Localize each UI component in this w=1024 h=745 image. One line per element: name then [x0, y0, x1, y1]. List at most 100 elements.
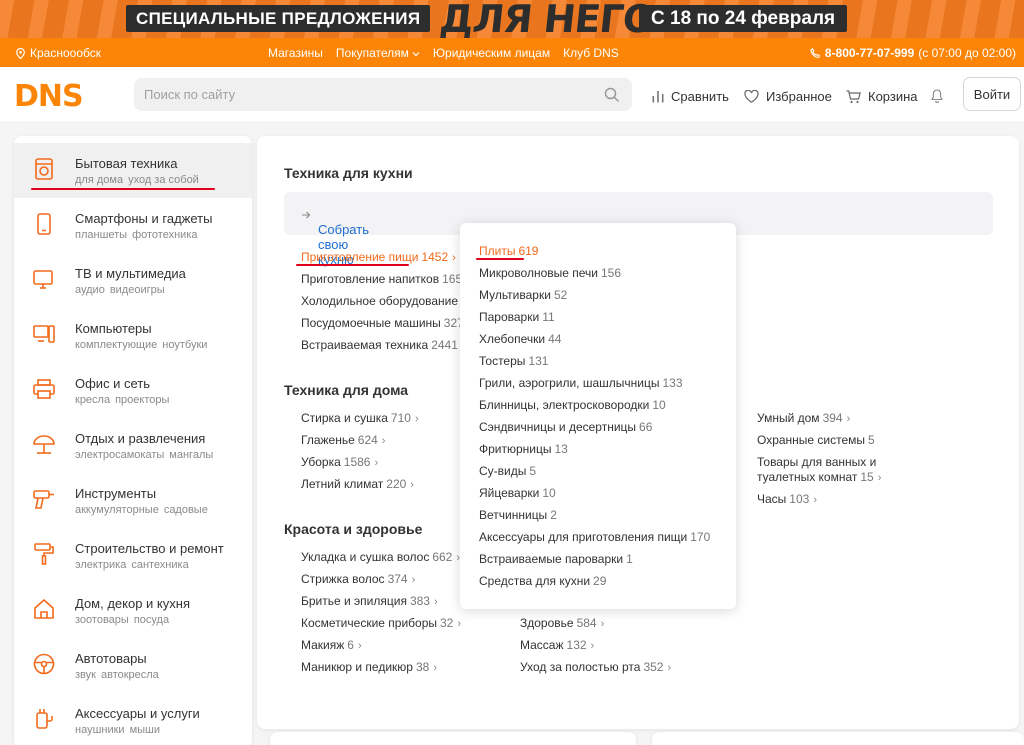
- right-link[interactable]: Товары для ванных и туалетных комнат 15 ›: [757, 455, 937, 486]
- beauty-link[interactable]: Макияж 6 ›: [301, 638, 362, 652]
- nav-stores[interactable]: Магазины: [268, 46, 323, 60]
- compare-link[interactable]: Сравнить: [652, 89, 729, 104]
- submenu-item[interactable]: Сэндвичницы и десертницы 66: [479, 420, 652, 434]
- sidebar-sub-link[interactable]: проекторы: [115, 394, 169, 406]
- beauty-link[interactable]: Уход за полостью рта 352 ›: [520, 660, 671, 674]
- sidebar-sub-link[interactable]: для дома: [75, 174, 123, 186]
- submenu-item[interactable]: Яйцеварки 10: [479, 486, 556, 500]
- submenu-item[interactable]: Фритюрницы 13: [479, 442, 568, 456]
- sidebar-item-home[interactable]: Дом, декор и кухня зоотовары посуда: [14, 583, 252, 638]
- home-link[interactable]: Стирка и сушка 710 ›: [301, 411, 419, 425]
- submenu-item[interactable]: Хлебопечки 44: [479, 332, 561, 346]
- nav-dns-club[interactable]: Клуб DNS: [563, 46, 619, 60]
- home-link[interactable]: Летний климат 220 ›: [301, 477, 414, 491]
- city-selector[interactable]: Красноообск: [16, 46, 101, 60]
- beauty-link[interactable]: Укладка и сушка волос 662 ›: [301, 550, 460, 564]
- search-input[interactable]: [134, 78, 632, 111]
- sidebar-sub-link[interactable]: комплектующие: [75, 339, 157, 351]
- sidebar-item-title: Автотовары: [75, 651, 147, 666]
- sidebar-item-auto[interactable]: Автотовары звук автокресла: [14, 638, 252, 693]
- right-link[interactable]: Часы 103 ›: [757, 492, 817, 506]
- sidebar-sub-link[interactable]: сантехника: [131, 559, 188, 571]
- nav-legal-entities[interactable]: Юридическим лицам: [433, 46, 550, 60]
- sidebar-item-smartphones[interactable]: Смартфоны и гаджеты планшеты фототехника: [14, 198, 252, 253]
- link-count: 44: [548, 332, 562, 346]
- favorites-label: Избранное: [766, 89, 832, 104]
- sidebar-sub-link[interactable]: автокресла: [101, 669, 159, 681]
- bell-icon[interactable]: [931, 89, 943, 103]
- sidebar-sub-link[interactable]: фототехника: [132, 229, 197, 241]
- submenu-item[interactable]: Встраиваемые пароварки 1: [479, 552, 633, 566]
- home-link[interactable]: Уборка 1586 ›: [301, 455, 378, 469]
- beauty-link[interactable]: Косметические приборы 32 ›: [301, 616, 461, 630]
- link-label: Приготовление пищи: [301, 250, 419, 264]
- submenu-item[interactable]: Су-виды 5: [479, 464, 536, 478]
- dns-logo[interactable]: DNS: [14, 79, 84, 114]
- login-button[interactable]: Войти: [963, 77, 1021, 111]
- build-kitchen-link[interactable]: Собрать свою кухню: [301, 207, 369, 267]
- submenu-item[interactable]: Микроволновые печи 156: [479, 266, 621, 280]
- search-icon[interactable]: [604, 87, 620, 103]
- submenu-item[interactable]: Аксессуары для приготовления пищи 170: [479, 530, 710, 544]
- submenu-item[interactable]: Средства для кухни 29: [479, 574, 606, 588]
- sidebar-sub-link[interactable]: мангалы: [169, 449, 213, 461]
- link-count: 352: [643, 660, 664, 674]
- beauty-link[interactable]: Маникюр и педикюр 38 ›: [301, 660, 437, 674]
- submenu-item[interactable]: Ветчинницы 2: [479, 508, 557, 522]
- right-link[interactable]: Охранные системы 5: [757, 433, 875, 447]
- sidebar-item-tools[interactable]: Инструменты аккумуляторные садовые: [14, 473, 252, 528]
- link-count: 6: [347, 638, 354, 652]
- sidebar-item-construction[interactable]: Строительство и ремонт электрика сантехни…: [14, 528, 252, 583]
- link-count: 2: [550, 508, 557, 522]
- nav-customers[interactable]: Покупателям: [336, 46, 420, 60]
- sidebar-sub-link[interactable]: уход за собой: [128, 174, 199, 186]
- home-link[interactable]: Глаженье 624 ›: [301, 433, 385, 447]
- sidebar-sub-link[interactable]: кресла: [75, 394, 110, 406]
- sidebar-sub-link[interactable]: наушники: [75, 724, 125, 736]
- kitchen-link-fridges[interactable]: Холодильное оборудование1: [301, 294, 468, 308]
- sidebar-sub-link[interactable]: мыши: [130, 724, 160, 736]
- submenu-item[interactable]: Мультиварки 52: [479, 288, 567, 302]
- submenu-item[interactable]: Грили, аэрогрили, шашлычницы 133: [479, 376, 683, 390]
- sidebar-item-computers[interactable]: Компьютеры комплектующие ноутбуки: [14, 308, 252, 363]
- sidebar-item-subs: планшеты фототехника: [75, 229, 198, 241]
- chevron-down-icon: [412, 52, 420, 57]
- kitchen-link-builtin[interactable]: Встраиваемая техника 2441: [301, 338, 458, 352]
- phone-block[interactable]: 8-800-77-07-999 (с 07:00 до 02:00): [810, 46, 1016, 60]
- beauty-link[interactable]: Бритье и эпиляция 383 ›: [301, 594, 438, 608]
- link-count: 156: [601, 266, 622, 280]
- beauty-link[interactable]: Стрижка волос 374 ›: [301, 572, 415, 586]
- kitchen-link-cooking[interactable]: Приготовление пищи 1452 ›: [301, 250, 456, 264]
- submenu-item[interactable]: Пароварки 11: [479, 310, 555, 324]
- kitchen-link-dishwashers[interactable]: Посудомоечные машины 327: [301, 316, 464, 330]
- sidebar-sub-link[interactable]: электросамокаты: [75, 449, 164, 461]
- sidebar-sub-link[interactable]: звук: [75, 669, 96, 681]
- link-label: Средства для кухни: [479, 574, 591, 588]
- submenu-item[interactable]: Блинницы, электросковородки 10: [479, 398, 666, 412]
- right-link[interactable]: Умный дом 394 ›: [757, 411, 850, 425]
- kitchen-link-drinks[interactable]: Приготовление напитков 1653: [301, 272, 469, 286]
- site-header: DNS Сравнить Избранное Корзина Войти: [0, 67, 1024, 123]
- sidebar-sub-link[interactable]: посуда: [134, 614, 169, 626]
- sidebar-sub-link[interactable]: электрика: [75, 559, 126, 571]
- sidebar-sub-link[interactable]: зоотовары: [75, 614, 129, 626]
- favorites-link[interactable]: Избранное: [744, 89, 832, 104]
- sidebar-item-accessories[interactable]: Аксессуары и услуги наушники мыши: [14, 693, 252, 745]
- sidebar-sub-link[interactable]: ноутбуки: [162, 339, 207, 351]
- submenu-item[interactable]: Тостеры 131: [479, 354, 548, 368]
- submenu-item-stoves[interactable]: Плиты 619: [479, 244, 538, 258]
- sidebar-sub-link[interactable]: садовые: [164, 504, 208, 516]
- link-count: 624: [357, 433, 378, 447]
- beauty-link[interactable]: Массаж 132 ›: [520, 638, 594, 652]
- sidebar-item-title: Аксессуары и услуги: [75, 706, 200, 721]
- promo-banner[interactable]: СПЕЦИАЛЬНЫЕ ПРЕДЛОЖЕНИЯ ДЛЯ НЕГО С 18 по…: [0, 0, 1024, 38]
- sidebar-sub-link[interactable]: планшеты: [75, 229, 127, 241]
- sidebar-sub-link[interactable]: аудио: [75, 284, 105, 296]
- beauty-link[interactable]: Здоровье 584 ›: [520, 616, 604, 630]
- sidebar-sub-link[interactable]: видеоигры: [110, 284, 165, 296]
- cart-link[interactable]: Корзина: [846, 89, 918, 104]
- sidebar-item-tv[interactable]: ТВ и мультимедиа аудио видеоигры: [14, 253, 252, 308]
- sidebar-item-leisure[interactable]: Отдых и развлечения электросамокаты манга…: [14, 418, 252, 473]
- sidebar-item-office[interactable]: Офис и сеть кресла проекторы: [14, 363, 252, 418]
- sidebar-sub-link[interactable]: аккумуляторные: [75, 504, 159, 516]
